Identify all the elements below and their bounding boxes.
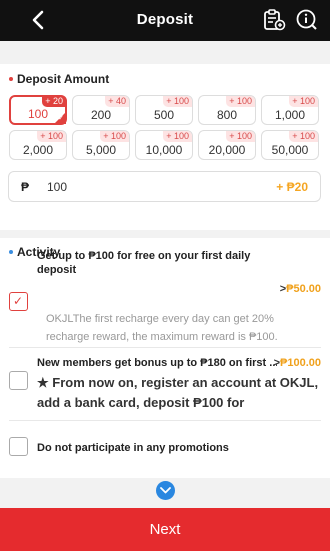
- amount-value: 800: [216, 108, 238, 122]
- amount-bonus-badge: + 20: [42, 96, 66, 107]
- amount-option-800[interactable]: + 100 800: [198, 95, 256, 125]
- activity-item-amount[interactable]: >₱50.00: [280, 283, 321, 295]
- amount-value: 20,000: [208, 143, 246, 157]
- deposit-amount-heading: Deposit Amount: [9, 72, 109, 86]
- amount-value: 5,000: [85, 143, 117, 157]
- amount-bonus-badge: + 100: [100, 131, 129, 142]
- activity-item-daily-deposit[interactable]: ✓ Get up to ₱100 for free on your first …: [0, 247, 330, 347]
- amount-input-value[interactable]: 100: [47, 180, 67, 194]
- info-icon[interactable]: [295, 8, 319, 32]
- activity-item-no-promotion[interactable]: Do not participate in any promotions: [0, 425, 330, 469]
- divider: [9, 420, 321, 421]
- amount-bonus-badge: + 100: [289, 96, 318, 107]
- amount-value: 50,000: [271, 143, 309, 157]
- amount-bonus-badge: + 100: [289, 131, 318, 142]
- bullet-dot-icon: [9, 77, 13, 81]
- check-icon: ✓: [58, 115, 64, 122]
- activity-checkbox[interactable]: ✓: [9, 292, 28, 311]
- divider: [9, 347, 321, 348]
- amount-option-2000[interactable]: + 100 2,000: [9, 130, 67, 160]
- amount-bonus-badge: + 100: [163, 96, 192, 107]
- activity-item-title: Get up to ₱100 for free on your first da…: [37, 250, 251, 276]
- amount-value: 200: [90, 108, 112, 122]
- activity-item-new-members[interactable]: New members get bonus up to ₱180 on firs…: [0, 353, 330, 415]
- amount-option-100[interactable]: + 20 100 ✓: [9, 95, 67, 125]
- amount-bonus-badge: + 100: [163, 131, 192, 142]
- amount-option-10000[interactable]: + 100 10,000: [135, 130, 193, 160]
- currency-symbol: ₱: [21, 180, 30, 194]
- amount-value: 2,000: [22, 143, 54, 157]
- deposit-amount-title: Deposit Amount: [17, 72, 110, 86]
- amount-input-field[interactable]: ₱ 100 + ₱20: [8, 171, 321, 202]
- expand-chevron-icon[interactable]: [156, 481, 175, 500]
- gift-bonus-amount: + ₱20: [276, 180, 308, 194]
- activity-checkbox[interactable]: [9, 371, 28, 390]
- amount-option-500[interactable]: + 100 500: [135, 95, 193, 125]
- amount-bonus-badge: + 100: [37, 131, 66, 142]
- activity-item-title: Do not participate in any promotions: [37, 442, 229, 454]
- activity-item-description: ★ From now on, register an account at OK…: [37, 375, 319, 410]
- activity-item-amount[interactable]: >₱100.00: [274, 357, 321, 369]
- header-bar: Deposit: [0, 0, 330, 41]
- amount-bonus-badge: + 100: [226, 131, 255, 142]
- amount-value: 10,000: [145, 143, 183, 157]
- amount-value: 1,000: [274, 108, 306, 122]
- amount-option-50000[interactable]: + 100 50,000: [261, 130, 319, 160]
- amount-bonus-badge: + 40: [105, 96, 129, 107]
- next-button[interactable]: Next: [0, 508, 330, 551]
- records-icon[interactable]: [262, 8, 286, 32]
- activity-checkbox[interactable]: [9, 437, 28, 456]
- amount-option-1000[interactable]: + 100 1,000: [261, 95, 319, 125]
- amount-option-20000[interactable]: + 100 20,000: [198, 130, 256, 160]
- check-icon: ✓: [13, 294, 24, 308]
- amount-value: 500: [153, 108, 175, 122]
- activity-item-description: OKJLThe first recharge every day can get…: [46, 313, 278, 343]
- activity-item-title: New members get bonus up to ₱180 on firs…: [37, 357, 277, 369]
- amount-option-5000[interactable]: + 100 5,000: [72, 130, 130, 160]
- amount-option-200[interactable]: + 40 200: [72, 95, 130, 125]
- amount-bonus-badge: + 100: [226, 96, 255, 107]
